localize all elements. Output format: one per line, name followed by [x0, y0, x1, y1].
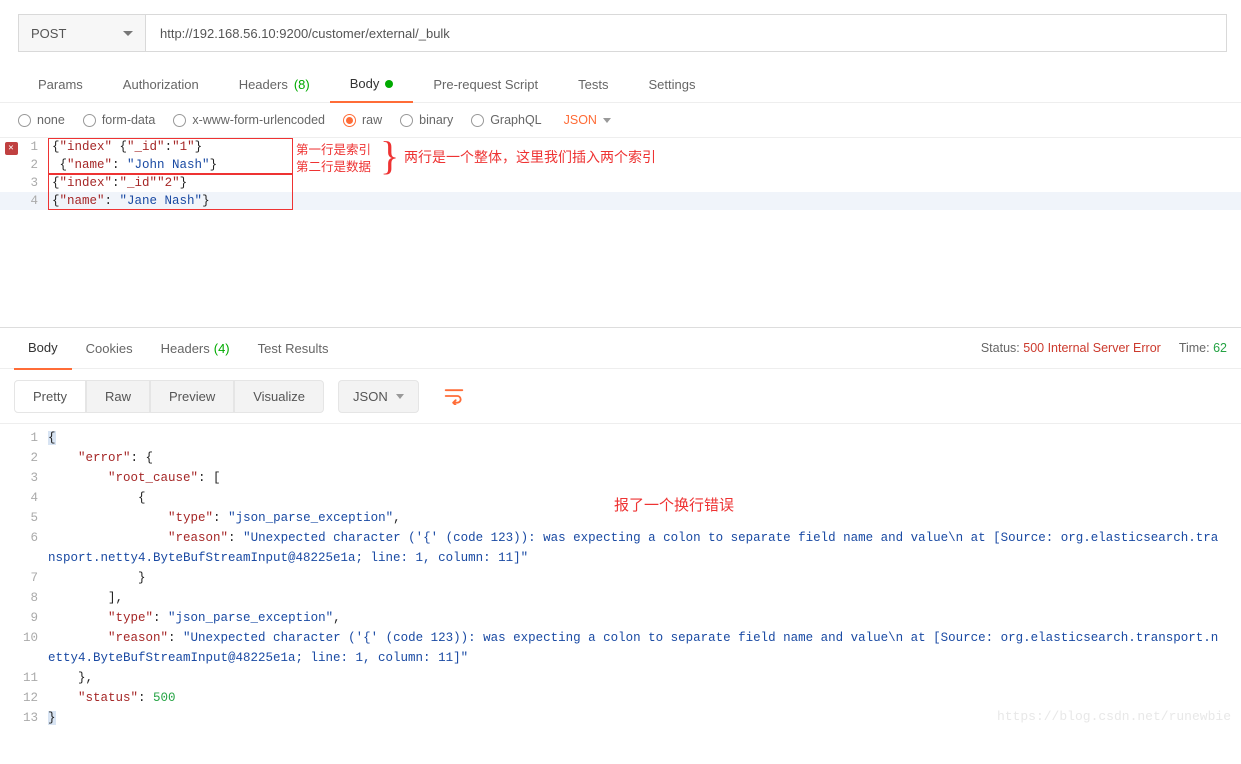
resp-tab-testresults[interactable]: Test Results [244, 327, 343, 369]
code-content: "reason": "Unexpected character ('{' (co… [48, 528, 1241, 568]
code-content: { [48, 428, 1241, 448]
response-line: 8 ], [0, 588, 1241, 608]
line-number: 1 [20, 138, 44, 156]
line-number: 13 [0, 708, 48, 728]
code-content[interactable]: {"name": "Jane Nash"} [44, 192, 210, 210]
code-content: ], [48, 588, 1241, 608]
code-content[interactable]: {"index":"_id""2"} [44, 174, 187, 192]
response-line: 2 "error": { [0, 448, 1241, 468]
code-content: "root_cause": [ [48, 468, 1241, 488]
body-content-type-row: none form-data x-www-form-urlencoded raw… [0, 103, 1241, 137]
request-bar: POST http://192.168.56.10:9200/customer/… [0, 0, 1241, 66]
wrap-lines-icon[interactable] [437, 379, 471, 413]
code-content: "status": 500 [48, 688, 1241, 708]
tab-tests[interactable]: Tests [558, 66, 628, 102]
response-line: 13} [0, 708, 1241, 728]
chevron-down-icon [603, 118, 611, 123]
line-number: 2 [20, 156, 44, 174]
radio-none[interactable]: none [18, 113, 65, 127]
resp-tab-cookies[interactable]: Cookies [72, 327, 147, 369]
resp-tab-headers[interactable]: Headers (4) [147, 327, 244, 369]
annotation-text: 报了一个换行错误 [614, 494, 734, 515]
code-line[interactable]: 3{"index":"_id""2"} [0, 174, 1241, 192]
response-line: 10 "reason": "Unexpected character ('{' … [0, 628, 1241, 668]
code-content: } [48, 708, 1241, 728]
line-number: 3 [20, 174, 44, 192]
line-number: 10 [0, 628, 48, 668]
tab-params[interactable]: Params [18, 66, 103, 102]
request-tabs: Params Authorization Headers (8) Body Pr… [0, 66, 1241, 103]
line-number: 4 [0, 488, 48, 508]
response-line: 3 "root_cause": [ [0, 468, 1241, 488]
line-number: 3 [0, 468, 48, 488]
code-content: } [48, 568, 1241, 588]
response-line: 11 }, [0, 668, 1241, 688]
http-method-value: POST [31, 26, 66, 41]
line-number: 9 [0, 608, 48, 628]
radio-raw[interactable]: raw [343, 113, 382, 127]
radio-xwww[interactable]: x-www-form-urlencoded [173, 113, 325, 127]
tab-body[interactable]: Body [330, 66, 414, 103]
line-number: 12 [0, 688, 48, 708]
view-preview-button[interactable]: Preview [150, 380, 234, 413]
line-number: 11 [0, 668, 48, 688]
radio-binary[interactable]: binary [400, 113, 453, 127]
line-number: 5 [0, 508, 48, 528]
tab-authorization[interactable]: Authorization [103, 66, 219, 102]
code-line[interactable]: ✕1{"index" {"_id":"1"} [0, 138, 1241, 156]
response-body-viewer[interactable]: 报了一个换行错误 https://blog.csdn.net/runewbie … [0, 423, 1241, 728]
line-number: 2 [0, 448, 48, 468]
request-body-editor[interactable]: 第一行是索引 第二行是数据 } 两行是一个整体，这里我们插入两个索引 ✕1{"i… [0, 137, 1241, 327]
time-value: 62 [1213, 341, 1227, 355]
response-toolbar: Pretty Raw Preview Visualize JSON [0, 369, 1241, 423]
response-line: 1{ [0, 428, 1241, 448]
status-value: 500 Internal Server Error [1023, 341, 1161, 355]
tab-prerequest[interactable]: Pre-request Script [413, 66, 558, 102]
line-number: 1 [0, 428, 48, 448]
tab-headers[interactable]: Headers (8) [219, 66, 330, 102]
code-content[interactable]: {"name": "John Nash"} [44, 156, 217, 174]
chevron-down-icon [123, 31, 133, 36]
radio-formdata[interactable]: form-data [83, 113, 156, 127]
http-method-select[interactable]: POST [18, 14, 146, 52]
view-visualize-button[interactable]: Visualize [234, 380, 324, 413]
code-content[interactable]: {"index" {"_id":"1"} [44, 138, 202, 156]
code-line[interactable]: 4{"name": "Jane Nash"} [0, 192, 1241, 210]
response-line: 12 "status": 500 [0, 688, 1241, 708]
tab-settings[interactable]: Settings [628, 66, 715, 102]
response-tabs: Body Cookies Headers (4) Test Results St… [0, 327, 1241, 369]
error-icon: ✕ [5, 142, 18, 155]
resp-tab-body[interactable]: Body [14, 328, 72, 370]
response-meta: Status: 500 Internal Server Error Time: … [981, 341, 1227, 355]
code-line[interactable]: 2 {"name": "John Nash"} [0, 156, 1241, 174]
response-format-select[interactable]: JSON [338, 380, 419, 413]
code-content: "type": "json_parse_exception", [48, 608, 1241, 628]
line-number: 7 [0, 568, 48, 588]
response-line: 7 } [0, 568, 1241, 588]
line-number: 8 [0, 588, 48, 608]
body-format-select[interactable]: JSON [564, 113, 611, 127]
url-value: http://192.168.56.10:9200/customer/exter… [160, 26, 450, 41]
dot-icon [385, 80, 393, 88]
view-raw-button[interactable]: Raw [86, 380, 150, 413]
radio-graphql[interactable]: GraphQL [471, 113, 541, 127]
chevron-down-icon [396, 394, 404, 399]
response-line: 9 "type": "json_parse_exception", [0, 608, 1241, 628]
line-number: 4 [20, 192, 44, 210]
view-pretty-button[interactable]: Pretty [14, 380, 86, 413]
code-content: }, [48, 668, 1241, 688]
url-input[interactable]: http://192.168.56.10:9200/customer/exter… [146, 14, 1227, 52]
line-number: 6 [0, 528, 48, 568]
code-content: "reason": "Unexpected character ('{' (co… [48, 628, 1241, 668]
response-line: 6 "reason": "Unexpected character ('{' (… [0, 528, 1241, 568]
code-content: "error": { [48, 448, 1241, 468]
